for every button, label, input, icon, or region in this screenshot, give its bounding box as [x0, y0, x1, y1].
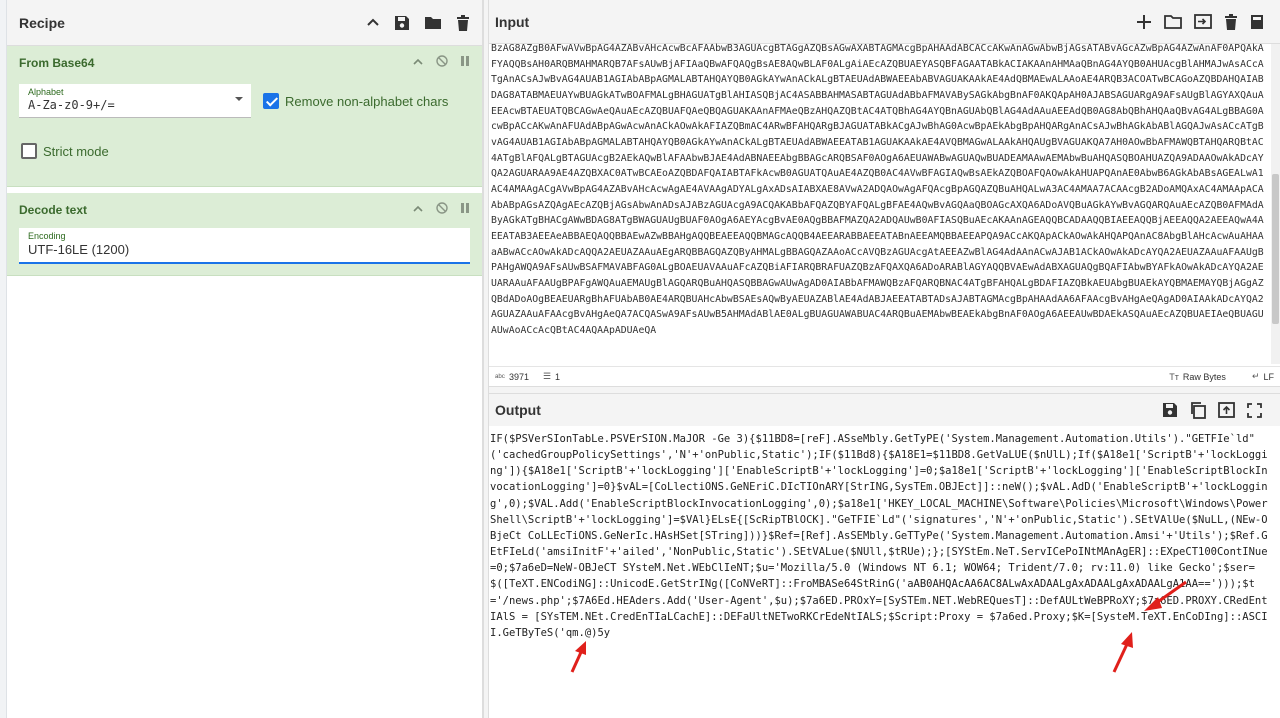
chevron-up-icon[interactable] — [412, 54, 424, 72]
operations-panel-edge — [0, 0, 7, 718]
disable-icon[interactable] — [436, 54, 448, 72]
trash-icon[interactable] — [456, 14, 470, 31]
remove-nonalpha-label: Remove non-alphabet chars — [285, 93, 449, 109]
strict-mode-label: Strict mode — [43, 143, 109, 159]
disable-icon[interactable] — [436, 201, 448, 219]
annotation-arrow-icon — [1112, 632, 1133, 673]
save-icon[interactable] — [1162, 402, 1178, 418]
save-icon[interactable] — [394, 15, 410, 31]
trash-icon[interactable] — [1224, 13, 1238, 30]
input-textarea[interactable]: BzAG8AZgB0AFwAVwBpAG4AZABvAHcAcwBcAFAAbw… — [489, 41, 1269, 365]
eol-label: LF — [1263, 371, 1274, 382]
char-count: ᵃᵇᶜ 3971 — [495, 372, 529, 382]
pause-icon[interactable] — [460, 54, 470, 72]
input-panel: Input BzAG8AZgB0AFwAVwBpAG4AZABvAHcAcwBc… — [489, 0, 1280, 386]
annotation-arrow-icon — [570, 641, 586, 673]
output-textarea[interactable]: IF($PSVerSIonTabLe.PSVErSION.MaJOR -Ge 3… — [489, 431, 1277, 718]
io-resizer[interactable] — [489, 386, 1280, 394]
open-file-icon[interactable] — [1194, 14, 1212, 29]
line-count-value: 1 — [555, 371, 561, 382]
strict-mode-checkbox[interactable]: Strict mode — [21, 143, 482, 159]
alphabet-value: A-Za-z0-9+/= — [28, 98, 115, 112]
abc-icon: ᵃᵇᶜ — [495, 371, 505, 382]
operation-name: Decode text — [19, 203, 88, 217]
alphabet-label: Alphabet — [28, 87, 64, 97]
lines-icon: ☰ — [542, 371, 552, 381]
chevron-up-icon[interactable] — [366, 16, 380, 30]
operation-name: From Base64 — [19, 56, 95, 70]
replace-input-icon[interactable] — [1218, 402, 1235, 418]
checkbox-checked-icon[interactable] — [263, 93, 279, 109]
cyberchef-app: Recipe From Base64 Alphabet A-Za-z0-9+/=… — [0, 0, 1280, 718]
layout-icon[interactable] — [1250, 14, 1264, 30]
open-folder-icon[interactable] — [1164, 14, 1182, 29]
input-header: Input — [489, 0, 1280, 44]
folder-icon[interactable] — [424, 15, 442, 30]
operation-from-base64: From Base64 Alphabet A-Za-z0-9+/= Remove… — [7, 46, 482, 187]
output-title: Output — [495, 402, 541, 418]
input-title: Input — [495, 13, 530, 30]
dropdown-arrow-icon — [235, 97, 243, 101]
raw-bytes-label: Raw Bytes — [1182, 371, 1226, 382]
recipe-header: Recipe — [7, 0, 482, 46]
add-tab-icon[interactable] — [1136, 14, 1152, 30]
recipe-panel: Recipe From Base64 Alphabet A-Za-z0-9+/=… — [7, 0, 483, 718]
operation-decode-text: Decode text Encoding UTF-16LE (1200) — [7, 187, 482, 276]
output-panel: Output IF($PSVerSIonTabLe.PSVErSION.MaJO… — [489, 394, 1280, 718]
eol-selector[interactable]: ↵ LF — [1252, 371, 1274, 382]
encoding-value: UTF-16LE (1200) — [28, 242, 130, 257]
input-status-bar: ᵃᵇᶜ 3971 ☰ 1 Tт Raw Bytes ↵ LF — [489, 366, 1280, 386]
copy-icon[interactable] — [1190, 401, 1206, 419]
input-scrollbar[interactable] — [1271, 44, 1280, 364]
raw-bytes-toggle[interactable]: Tт Raw Bytes — [1169, 372, 1226, 382]
text-format-icon: Tт — [1169, 371, 1179, 382]
checkbox-unchecked-icon[interactable] — [21, 143, 37, 159]
annotation-arrow-icon — [1144, 580, 1187, 611]
recipe-title: Recipe — [19, 14, 65, 31]
scrollbar-thumb[interactable] — [1272, 174, 1279, 324]
alphabet-select[interactable]: Alphabet A-Za-z0-9+/= — [19, 84, 251, 118]
pause-icon[interactable] — [460, 201, 470, 219]
encoding-select[interactable]: Encoding UTF-16LE (1200) — [19, 228, 470, 264]
char-count-value: 3971 — [508, 371, 529, 382]
output-header: Output — [489, 394, 1280, 426]
line-count: ☰ 1 — [543, 371, 560, 382]
return-arrow-icon: ↵ — [1251, 371, 1260, 381]
remove-nonalpha-checkbox[interactable]: Remove non-alphabet chars — [263, 93, 448, 109]
encoding-label: Encoding — [28, 231, 66, 241]
maximize-icon[interactable] — [1247, 402, 1262, 418]
chevron-up-icon[interactable] — [412, 201, 424, 219]
